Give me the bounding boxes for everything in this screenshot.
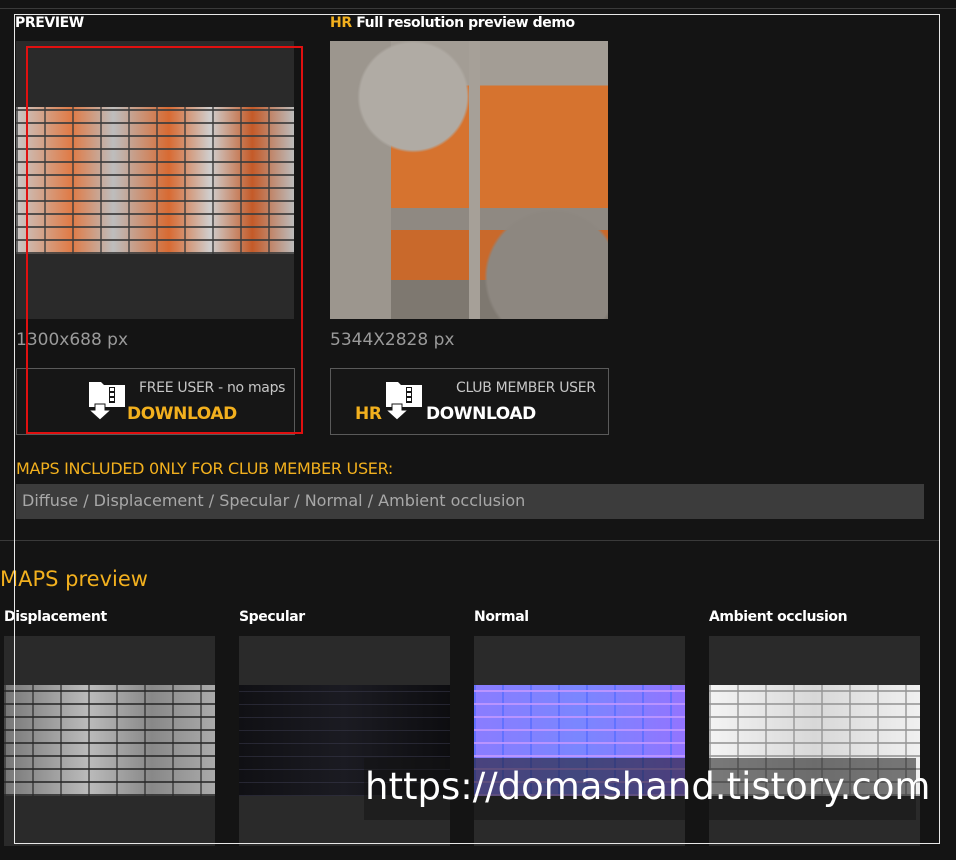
displacement-map-image [4, 685, 215, 796]
map-label-normal: Normal [474, 609, 529, 625]
maps-list-text: Diffuse / Displacement / Specular / Norm… [22, 491, 526, 510]
club-hr-badge: HR [355, 404, 382, 424]
hr-preview-heading: HR Full resolution preview demo [330, 15, 575, 31]
maps-included-list: Diffuse / Displacement / Specular / Norm… [16, 484, 924, 519]
maps-preview-title: MAPS preview [0, 567, 148, 591]
map-label-specular: Specular [239, 609, 305, 625]
maps-included-label: MAPS INCLUDED 0NLY FOR CLUB MEMBER USER: [16, 459, 394, 478]
brick-closeup-image [330, 41, 608, 319]
highlight-box [26, 46, 303, 434]
map-thumb-displacement[interactable] [4, 636, 215, 846]
hr-preview-title: Full resolution preview demo [356, 15, 575, 31]
club-user-caption: CLUB MEMBER USER [456, 380, 596, 396]
map-label-displacement: Displacement [4, 609, 107, 625]
preview-heading: PREVIEW [15, 15, 84, 31]
club-download-button[interactable]: HR CLUB MEMBER USER DOWNLOAD [330, 368, 609, 435]
folder-download-icon [384, 382, 422, 420]
hr-preview-thumbnail[interactable] [330, 41, 608, 319]
top-divider [0, 8, 956, 9]
map-label-ambient-occlusion: Ambient occlusion [709, 609, 848, 625]
section-divider [0, 540, 940, 541]
club-download-label: DOWNLOAD [426, 404, 536, 424]
hr-badge: HR [330, 15, 352, 31]
hr-preview-size: 5344X2828 px [330, 330, 455, 350]
watermark-url: https://domashand.tistory.com [365, 765, 931, 808]
